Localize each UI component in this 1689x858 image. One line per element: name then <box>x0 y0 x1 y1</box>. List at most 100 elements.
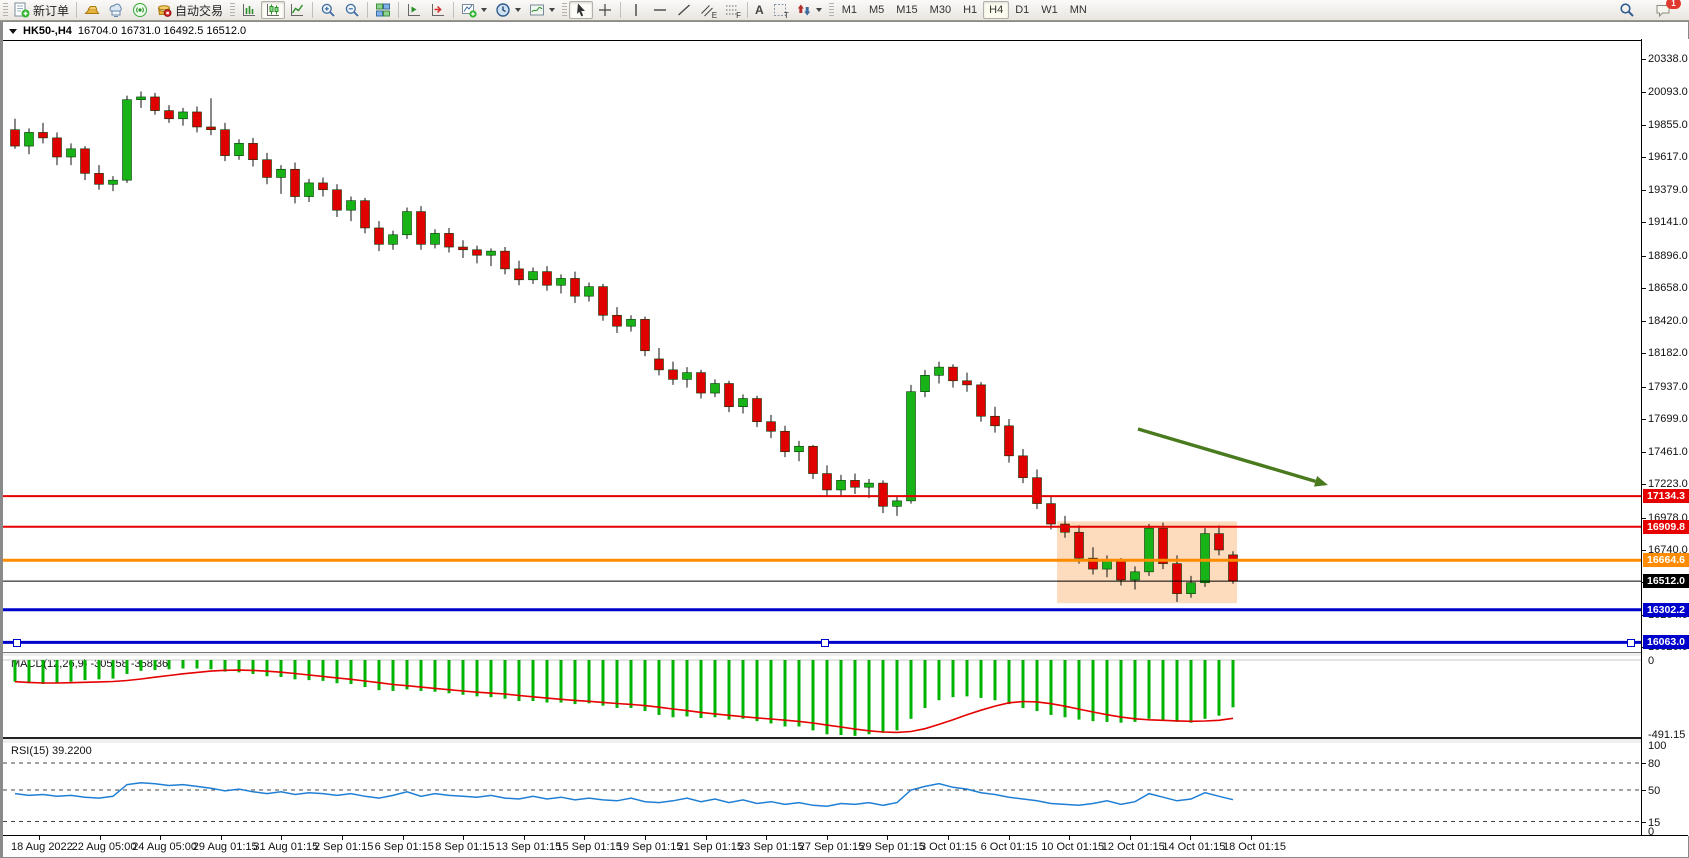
candle <box>949 364 958 387</box>
tile-windows-button[interactable] <box>371 1 395 19</box>
toolbar-grip[interactable] <box>3 3 8 17</box>
cloud-pc-button[interactable] <box>104 1 128 19</box>
candle <box>459 240 468 258</box>
hline-button[interactable] <box>648 1 672 19</box>
rsi-line <box>15 783 1233 806</box>
ohlc-values: 16704.0 16731.0 16492.5 16512.0 <box>78 25 246 37</box>
candles-plot[interactable] <box>3 41 1641 653</box>
macd-pane[interactable]: MACD(12,26,9) -305.58 -358.36 <box>3 656 1641 740</box>
candle <box>123 96 132 183</box>
price-axis-label: 19855.0 <box>1648 119 1688 131</box>
channel-button[interactable]: E <box>696 1 720 19</box>
time-axis-label: 10 Oct 01:15 <box>1041 841 1104 853</box>
main-toolbar: 新订单 自动交易 EFAT M1M5M15M30H1H4D1W1MN 1 <box>0 0 1689 21</box>
chart-shift-button[interactable] <box>402 1 426 19</box>
timeframe-m15[interactable]: M15 <box>890 1 923 19</box>
fibo-icon: F <box>724 2 740 18</box>
candle <box>571 272 580 303</box>
autotrade-button[interactable]: 自动交易 <box>152 1 227 19</box>
time-axis-label: 23 Sep 01:15 <box>738 841 803 853</box>
new-order-button[interactable]: 新订单 <box>10 1 73 19</box>
time-axis-label: 14 Oct 01:15 <box>1162 841 1225 853</box>
collapse-icon[interactable] <box>9 29 17 34</box>
rsi-plot[interactable] <box>3 743 1641 837</box>
candle <box>431 229 440 248</box>
text-label-button[interactable]: T <box>768 1 792 19</box>
arrows-button[interactable] <box>792 1 826 19</box>
timeframe-mn[interactable]: MN <box>1064 1 1093 19</box>
dropdown-caret-icon[interactable] <box>816 8 822 12</box>
toolbar-separator <box>398 2 399 18</box>
zoom-out-button[interactable] <box>340 1 364 19</box>
chart-title: HK50-,H4 16704.0 16731.0 16492.5 16512.0 <box>9 24 246 38</box>
toolbar-separator <box>453 2 454 18</box>
candle <box>599 284 608 321</box>
macd-axis-max: 0 <box>1648 655 1654 667</box>
cursor-button[interactable] <box>569 1 593 19</box>
crosshair-button[interactable] <box>593 1 617 19</box>
vline-button[interactable] <box>624 1 648 19</box>
line-drag-handle[interactable] <box>1627 639 1635 647</box>
price-tag-16063.0: 16063.0 <box>1643 635 1689 649</box>
time-axis-label: 21 Sep 01:15 <box>678 841 743 853</box>
zoom-in-button[interactable] <box>316 1 340 19</box>
vline-icon <box>628 2 644 18</box>
trendline-button[interactable] <box>672 1 696 19</box>
price-tag-16512.0: 16512.0 <box>1643 574 1689 588</box>
price-axis-label: 19379.0 <box>1648 184 1688 196</box>
candle <box>809 445 818 479</box>
timeframe-h1[interactable]: H1 <box>957 1 983 19</box>
price-tag-17134.3: 17134.3 <box>1643 489 1689 503</box>
timeframe-d1[interactable]: D1 <box>1009 1 1035 19</box>
price-axis-label: 20338.0 <box>1648 53 1688 65</box>
timeframe-m30[interactable]: M30 <box>924 1 957 19</box>
candle <box>417 206 426 250</box>
timeframe-w1[interactable]: W1 <box>1035 1 1064 19</box>
toolbar-grip[interactable] <box>829 3 834 17</box>
search-button[interactable] <box>1615 1 1639 19</box>
candle <box>347 197 356 222</box>
text-button[interactable]: A <box>751 1 768 19</box>
templates-button[interactable] <box>525 1 559 19</box>
notifications-button[interactable]: 1 <box>1651 1 1675 19</box>
line-drag-handle[interactable] <box>821 639 829 647</box>
indicators-button[interactable] <box>457 1 491 19</box>
candle <box>543 266 552 291</box>
auto-scroll-button[interactable] <box>426 1 450 19</box>
hline-icon <box>652 2 668 18</box>
candle <box>1005 419 1014 463</box>
timeframe-h4[interactable]: H4 <box>983 1 1009 19</box>
gold-bars-button[interactable] <box>80 1 104 19</box>
candle <box>235 139 244 159</box>
toolbar-grip[interactable] <box>230 3 235 17</box>
line-chart-button[interactable] <box>285 1 309 19</box>
fibonacci-button[interactable]: F <box>720 1 744 19</box>
rsi-pane[interactable]: RSI(15) 39.2200 <box>3 743 1641 837</box>
toolbar-separator <box>312 2 313 18</box>
candles-chart-button[interactable] <box>261 1 285 19</box>
dropdown-caret-icon[interactable] <box>549 8 555 12</box>
candle <box>95 165 104 190</box>
price-chart-pane[interactable] <box>3 40 1641 653</box>
trend-arrow[interactable] <box>1138 429 1316 481</box>
dropdown-caret-icon[interactable] <box>515 8 521 12</box>
zoom-out-icon <box>344 2 360 18</box>
periods-button[interactable] <box>491 1 525 19</box>
candle <box>697 370 706 399</box>
timeframe-m5[interactable]: M5 <box>863 1 890 19</box>
new-order-icon <box>14 2 30 18</box>
candle <box>25 128 34 154</box>
line-drag-handle[interactable] <box>13 639 21 647</box>
time-axis-label: 29 Aug 01:15 <box>193 841 258 853</box>
candle <box>193 106 202 132</box>
candle <box>137 91 146 107</box>
price-axis-label: 18658.0 <box>1648 282 1688 294</box>
signal-button[interactable] <box>128 1 152 19</box>
timeframe-m1[interactable]: M1 <box>836 1 863 19</box>
macd-plot[interactable] <box>3 656 1641 740</box>
price-axis-label: 17937.0 <box>1648 381 1688 393</box>
toolbar-grip[interactable] <box>562 3 567 17</box>
dropdown-caret-icon[interactable] <box>481 8 487 12</box>
bars-chart-button[interactable] <box>237 1 261 19</box>
candle <box>53 132 62 165</box>
